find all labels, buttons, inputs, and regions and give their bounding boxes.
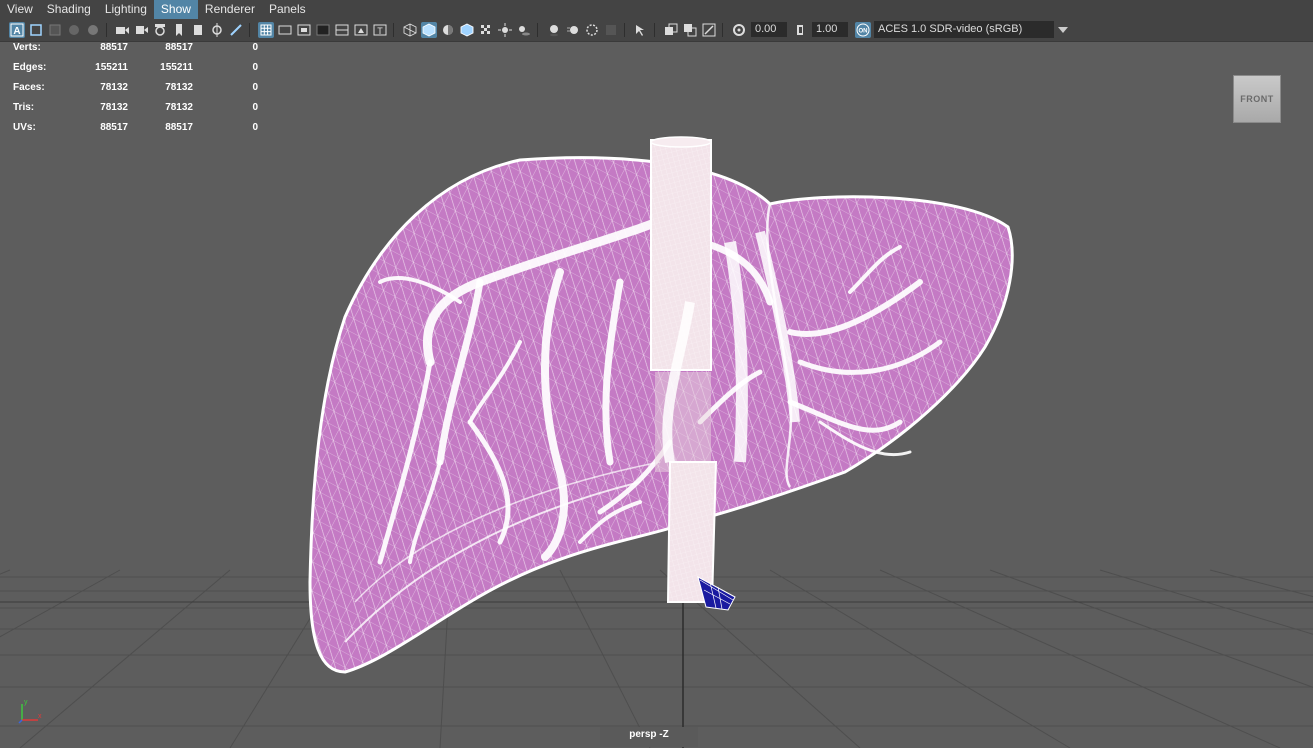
frame-all-icon[interactable] bbox=[28, 22, 44, 38]
ground-grid bbox=[0, 569, 1313, 748]
svg-text:y: y bbox=[24, 699, 28, 706]
hud-label: Edges: bbox=[13, 62, 47, 73]
isolate-select-icon[interactable] bbox=[633, 22, 649, 38]
camera-name-label: persp -Z bbox=[600, 727, 698, 747]
hud-value: 155211 bbox=[95, 62, 128, 73]
hud-label: Verts: bbox=[13, 42, 41, 53]
field-chart-icon[interactable] bbox=[334, 22, 350, 38]
hud-value: 78132 bbox=[100, 82, 128, 93]
pencil-icon[interactable] bbox=[228, 22, 244, 38]
exposure-field[interactable]: 0.00 bbox=[751, 22, 787, 37]
3d-viewport[interactable]: Verts: 88517 88517 0 Edges: 155211 15521… bbox=[0, 42, 1313, 748]
menu-show[interactable]: Show bbox=[153, 0, 198, 19]
hud-value: 88517 bbox=[165, 122, 193, 133]
axis-gizmo-icon: y x bbox=[18, 699, 42, 724]
hud-value: 88517 bbox=[165, 42, 193, 53]
viewport-menu-bar: View Shading Lighting Show Renderer Pane… bbox=[0, 0, 1313, 19]
xray-mode-icon[interactable] bbox=[663, 22, 679, 38]
default-material-icon[interactable] bbox=[440, 22, 456, 38]
select-camera-icon[interactable]: A bbox=[9, 22, 25, 38]
xray-joints-icon[interactable] bbox=[701, 22, 717, 38]
gamma-icon[interactable] bbox=[792, 22, 808, 38]
hud-value: 0 bbox=[252, 82, 258, 93]
menu-panels[interactable]: Panels bbox=[262, 0, 313, 19]
hud-value: 0 bbox=[252, 102, 258, 113]
svg-text:ON: ON bbox=[859, 29, 868, 35]
color-space-value: ACES 1.0 SDR-video (sRGB) bbox=[878, 23, 1023, 35]
svg-text:A: A bbox=[13, 26, 20, 37]
hud-value: 0 bbox=[252, 62, 258, 73]
camera-attributes-icon[interactable] bbox=[114, 22, 130, 38]
track-icon[interactable] bbox=[209, 22, 225, 38]
hud-label: Tris: bbox=[13, 102, 35, 113]
hud-value: 88517 bbox=[100, 122, 128, 133]
xray-active-components-icon[interactable] bbox=[682, 22, 698, 38]
hud-value: 78132 bbox=[165, 82, 193, 93]
depth-of-field-icon[interactable] bbox=[603, 22, 619, 38]
wireframe-icon[interactable] bbox=[402, 22, 418, 38]
scene-render bbox=[0, 136, 1313, 748]
viewport-toolbar: A T 0.00 1.00 ON bbox=[0, 19, 1313, 42]
bookmark-camera-icon[interactable] bbox=[133, 22, 149, 38]
hud-value: 78132 bbox=[165, 102, 193, 113]
textured-icon[interactable] bbox=[478, 22, 494, 38]
hud-label: Faces: bbox=[13, 82, 45, 93]
safe-title-icon[interactable]: T bbox=[372, 22, 388, 38]
resolution-gate-icon[interactable] bbox=[296, 22, 312, 38]
vena-cava bbox=[650, 136, 712, 472]
xray-icon[interactable] bbox=[85, 22, 101, 38]
image-plane-icon[interactable] bbox=[152, 22, 168, 38]
screen-space-ao-icon[interactable] bbox=[546, 22, 562, 38]
isolate-icon[interactable] bbox=[66, 22, 82, 38]
motion-blur-icon[interactable] bbox=[565, 22, 581, 38]
gate-mask-icon[interactable] bbox=[315, 22, 331, 38]
hud-value: 0 bbox=[252, 122, 258, 133]
menu-view[interactable]: View bbox=[0, 0, 40, 19]
smooth-shade-icon[interactable] bbox=[421, 22, 437, 38]
view-cube[interactable]: FRONT bbox=[1233, 75, 1281, 123]
menu-lighting[interactable]: Lighting bbox=[98, 0, 154, 19]
grid-icon[interactable] bbox=[258, 22, 274, 38]
chevron-down-icon bbox=[1054, 21, 1072, 38]
hud-value: 0 bbox=[252, 42, 258, 53]
frame-selection-icon[interactable] bbox=[47, 22, 63, 38]
hud-label: UVs: bbox=[13, 122, 36, 133]
gamma-field[interactable]: 1.00 bbox=[812, 22, 848, 37]
exposure-icon[interactable] bbox=[731, 22, 747, 38]
svg-text:x: x bbox=[38, 713, 42, 720]
hud-value: 155211 bbox=[160, 62, 193, 73]
shadows-icon[interactable] bbox=[516, 22, 532, 38]
use-all-lights-icon[interactable] bbox=[497, 22, 513, 38]
film-gate-icon[interactable] bbox=[277, 22, 293, 38]
hud-value: 78132 bbox=[100, 102, 128, 113]
bookmark-icon[interactable] bbox=[171, 22, 187, 38]
color-space-dropdown[interactable]: ACES 1.0 SDR-video (sRGB) bbox=[874, 21, 1072, 38]
safe-action-icon[interactable] bbox=[353, 22, 369, 38]
anti-aliasing-icon[interactable] bbox=[584, 22, 600, 38]
grease-pencil-icon[interactable] bbox=[190, 22, 206, 38]
hud-value: 88517 bbox=[100, 42, 128, 53]
view-transform-icon[interactable]: ON bbox=[855, 22, 871, 38]
menu-renderer[interactable]: Renderer bbox=[198, 0, 262, 19]
svg-text:T: T bbox=[377, 26, 383, 36]
wireframe-on-shaded-icon[interactable] bbox=[459, 22, 475, 38]
menu-shading[interactable]: Shading bbox=[40, 0, 98, 19]
